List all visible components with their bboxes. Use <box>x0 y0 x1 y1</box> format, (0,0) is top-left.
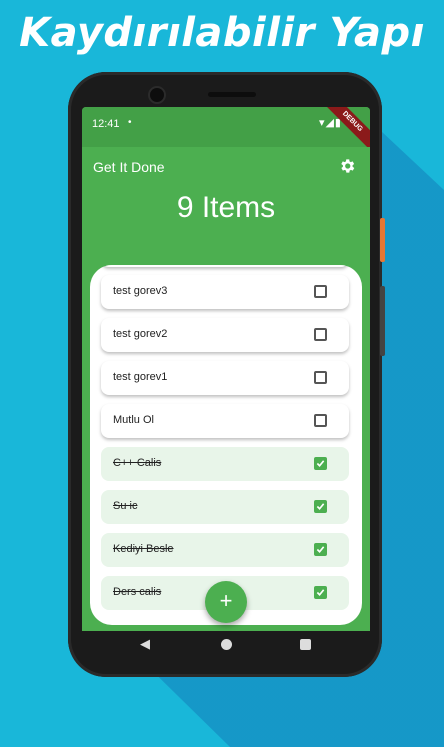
task-row[interactable]: C++ Calis <box>101 447 349 481</box>
unchecked-checkbox[interactable] <box>314 285 327 298</box>
task-row[interactable]: test gorev1 <box>101 361 349 395</box>
back-icon[interactable]: ◀ <box>140 636 150 652</box>
task-label: test gorev1 <box>113 371 168 383</box>
checked-checkbox[interactable] <box>314 457 327 470</box>
task-row[interactable]: test gorev2 <box>101 318 349 352</box>
task-row[interactable]: Su ic <box>101 490 349 524</box>
recents-icon[interactable] <box>300 639 311 650</box>
app-bar: Get It Done <box>82 147 370 187</box>
unchecked-checkbox[interactable] <box>314 328 327 341</box>
items-count: 9 Items <box>176 191 276 224</box>
task-label: test gorev3 <box>113 285 168 297</box>
task-label: Su ic <box>113 500 138 512</box>
speaker-grille <box>208 92 256 97</box>
task-label: Ders calis <box>113 586 162 598</box>
task-label: Mutlu Ol <box>113 414 154 426</box>
app-title: Get It Done <box>93 159 165 175</box>
home-icon[interactable] <box>221 639 232 650</box>
gear-icon[interactable] <box>338 157 356 175</box>
check-icon <box>316 546 325 553</box>
task-row[interactable]: test gorev3 <box>101 275 349 309</box>
promo-title: Kaydırılabilir Yapı <box>19 10 425 56</box>
check-icon <box>316 460 325 467</box>
camera-icon <box>150 88 164 102</box>
volume-button <box>380 286 385 356</box>
task-row[interactable]: everyone again and again <box>101 265 349 267</box>
unchecked-checkbox[interactable] <box>314 371 327 384</box>
task-list-card: everyone again and again test gorev3 test … <box>90 265 362 625</box>
check-icon <box>316 503 325 510</box>
task-label: test gorev2 <box>113 328 168 340</box>
unchecked-checkbox[interactable] <box>314 414 327 427</box>
add-task-button[interactable]: + <box>205 581 247 623</box>
app-screen: 12:41 • ▾◢▮ DEBUG Get It Done 9 Items ev… <box>82 107 370 631</box>
task-label: Kediyi Besle <box>113 543 174 555</box>
task-label: C++ Calis <box>113 457 162 469</box>
nav-bar: ◀ <box>82 631 370 659</box>
task-row[interactable]: Kediyi Besle <box>101 533 349 567</box>
task-row[interactable]: Mutlu Ol <box>101 404 349 438</box>
notification-dot: • <box>128 117 132 128</box>
checked-checkbox[interactable] <box>314 586 327 599</box>
checked-checkbox[interactable] <box>314 500 327 513</box>
status-time: 12:41 <box>92 118 120 130</box>
power-button <box>380 218 385 262</box>
checked-checkbox[interactable] <box>314 543 327 556</box>
check-icon <box>316 589 325 596</box>
status-bar: 12:41 • ▾◢▮ DEBUG <box>82 107 370 156</box>
